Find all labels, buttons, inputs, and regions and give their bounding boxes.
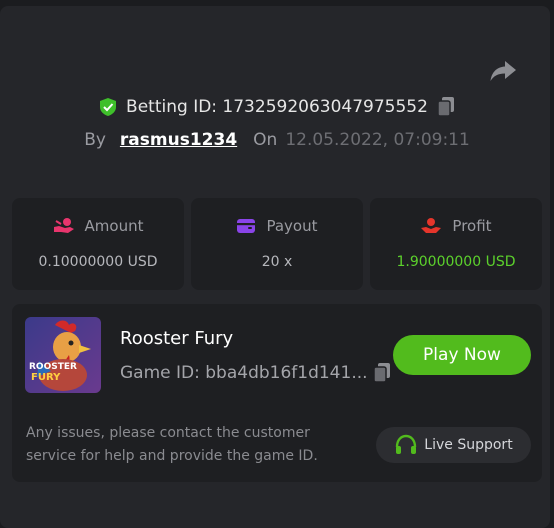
copy-game-id-icon[interactable] (372, 362, 392, 384)
game-id-text: Game ID: bba4db16f1d141... (120, 363, 368, 383)
wallet-icon (237, 219, 256, 233)
stat-value: 0.10000000 USD (38, 254, 158, 270)
game-card: ROOSTER FURY Rooster Fury Game ID: bba4d… (12, 304, 542, 482)
by-label: By (84, 130, 106, 150)
verified-shield-icon (100, 98, 117, 116)
live-support-label: Live Support (424, 437, 513, 453)
game-title: Rooster Fury (120, 328, 234, 349)
betting-id-row: Betting ID: 1732592063047975552 (0, 96, 554, 118)
stat-label: Amount (84, 217, 144, 235)
headset-icon (396, 434, 417, 454)
rooster-fury-thumbnail: ROOSTER FURY (25, 317, 101, 393)
stat-value: 1.90000000 USD (396, 254, 516, 270)
stat-amount: Amount 0.10000000 USD (12, 198, 184, 290)
betting-id-text: Betting ID: 1732592063047975552 (126, 97, 428, 117)
stat-profit: Profit 1.90000000 USD (370, 198, 542, 290)
hand-coin-icon (421, 218, 442, 233)
stat-payout: Payout 20 x (191, 198, 363, 290)
copy-betting-id-icon[interactable] (436, 96, 456, 118)
live-support-button[interactable]: Live Support (376, 427, 531, 463)
share-icon (490, 61, 516, 81)
bet-meta-row: By rasmus1234 On 12.05.2022, 07:09:11 (0, 128, 554, 152)
coins-hand-icon (53, 218, 74, 233)
stat-label: Profit (452, 217, 492, 235)
on-label: On (253, 130, 278, 150)
stats-row: Amount 0.10000000 USD Payout 20 x Profit… (12, 198, 542, 290)
bet-datetime: 12.05.2022, 07:09:11 (285, 130, 470, 150)
game-thumbnail[interactable]: ROOSTER FURY (25, 317, 101, 393)
share-button[interactable] (488, 58, 518, 84)
stat-value: 20 x (261, 254, 293, 270)
support-notice: Any issues, please contact the customer … (26, 425, 318, 464)
thumb-title-line2: FURY (31, 372, 61, 383)
username-link[interactable]: rasmus1234 (120, 130, 237, 150)
play-now-button[interactable]: Play Now (393, 335, 531, 375)
thumb-title-line1: ROOSTER (29, 362, 77, 372)
game-id-row: Game ID: bba4db16f1d141... (120, 362, 392, 384)
stat-label: Payout (266, 217, 318, 235)
